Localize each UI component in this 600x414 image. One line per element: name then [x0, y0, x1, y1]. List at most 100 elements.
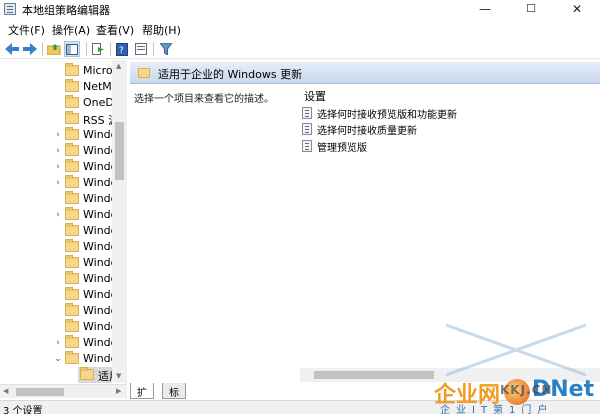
tree-item[interactable]: › Windo [0, 175, 112, 191]
setting-item[interactable]: 管理预览版 [302, 138, 382, 154]
tree-item[interactable]: NetMe [0, 79, 112, 95]
tree-vertical-scrollbar[interactable]: ▲ ▼ [112, 60, 127, 383]
maximize-button[interactable]: ☐ [508, 0, 554, 18]
chevron-right-icon[interactable]: › [53, 130, 63, 140]
folder-icon [65, 255, 79, 268]
policy-setting-icon [302, 107, 312, 119]
scroll-thumb[interactable] [115, 122, 124, 180]
folder-icon [65, 319, 79, 332]
tree-item-label: Windo [83, 320, 112, 333]
folder-up-icon[interactable] [46, 41, 62, 57]
policy-setting-icon [302, 140, 312, 152]
chevron-right-icon[interactable]: › [53, 338, 63, 348]
folder-icon [65, 351, 79, 364]
scroll-left-icon[interactable]: ◀ [3, 386, 8, 396]
export-list-icon[interactable] [90, 41, 106, 57]
tree-item[interactable]: Windo [0, 271, 112, 287]
tree-item-label: Windo [83, 288, 112, 301]
title-bar: 本地组策略编辑器 — ☐ ✕ [0, 0, 600, 18]
forward-icon[interactable] [22, 41, 38, 57]
description-prompt: 选择一个项目来查看它的描述。 [134, 94, 274, 105]
setting-label: 选择何时接收质量更新 [317, 126, 417, 137]
folder-icon [65, 175, 79, 188]
tree-item-label: Windo [83, 128, 112, 141]
tree-item[interactable]: › Windo [0, 159, 112, 175]
tree-item-label: Windo [83, 272, 112, 285]
tree-item[interactable]: Windo [0, 319, 112, 335]
toolbar-separator [42, 42, 43, 56]
tree-item-label: Windo [83, 240, 112, 253]
tree-item-label: Windo [83, 352, 112, 365]
chevron-down-icon[interactable]: ⌄ [53, 354, 63, 364]
watermark-url: KKJ.CN [500, 383, 553, 397]
chevron-right-icon[interactable]: › [53, 210, 63, 220]
folder-icon [65, 159, 79, 172]
folder-icon [65, 207, 79, 220]
menu-action[interactable]: 操作(A) [52, 22, 90, 38]
tree-item[interactable]: › Windo [0, 335, 112, 351]
show-hide-tree-icon[interactable] [64, 41, 80, 57]
menu-bar: 文件(F) 操作(A) 查看(V) 帮助(H) [0, 20, 600, 38]
status-text: 3 个设置 [3, 406, 43, 414]
tree-item-label: RSS 源 [83, 114, 112, 127]
tab-standard[interactable]: 标准 [162, 383, 186, 414]
help-icon[interactable]: ? [114, 41, 130, 57]
chevron-right-icon[interactable]: › [53, 178, 63, 188]
scroll-right-icon[interactable]: ▶ [116, 386, 121, 396]
menu-file[interactable]: 文件(F) [8, 22, 45, 38]
tree-item[interactable]: Windo [0, 239, 112, 255]
tree-item[interactable]: Micro [0, 63, 112, 79]
tree-pane: Micro NetMe OneDr RSS 源 › Windo › Windo › Windo › W… [0, 60, 127, 399]
tab-extended[interactable]: 扩展 [130, 383, 154, 414]
settings-column-header[interactable]: 设置 [304, 88, 326, 104]
chevron-right-icon[interactable]: › [53, 162, 63, 172]
tree-item[interactable]: › Windo [0, 207, 112, 223]
scroll-thumb[interactable] [314, 371, 434, 379]
scroll-down-icon[interactable]: ▼ [116, 371, 121, 381]
folder-icon [138, 68, 150, 78]
filter-icon[interactable] [158, 41, 174, 57]
details-header: 适用于企业的 Windows 更新 [130, 62, 600, 84]
tree-item[interactable]: Windo [0, 303, 112, 319]
folder-icon [65, 95, 79, 108]
app-icon [4, 3, 16, 15]
folder-icon [65, 143, 79, 156]
tree-item[interactable]: › Windo [0, 127, 112, 143]
folder-icon [65, 127, 79, 140]
menu-view[interactable]: 查看(V) [96, 22, 134, 38]
policy-setting-icon [302, 123, 312, 135]
tree-item[interactable]: ⌄ Windo [0, 351, 112, 367]
folder-icon [80, 367, 94, 380]
tree-item[interactable]: Windo [0, 191, 112, 207]
tree-item-label: Windo [83, 144, 112, 157]
scroll-up-icon[interactable]: ▲ [116, 61, 121, 71]
folder-icon [65, 223, 79, 236]
tree-item[interactable]: OneDr [0, 95, 112, 111]
tree-horizontal-scrollbar[interactable]: ◀ ▶ [0, 384, 127, 398]
tree-item[interactable]: Windo [0, 223, 112, 239]
properties-icon[interactable] [133, 41, 149, 57]
close-button[interactable]: ✕ [554, 0, 600, 18]
tree-item-label: 适用 [98, 370, 112, 383]
setting-item[interactable]: 选择何时接收预览版和功能更新 [302, 105, 462, 121]
back-icon[interactable] [4, 41, 20, 57]
tree-item-label: Windo [83, 304, 112, 317]
tree-item[interactable]: 适用 [0, 367, 112, 383]
minimize-button[interactable]: — [462, 0, 508, 18]
chevron-right-icon[interactable]: › [53, 146, 63, 156]
setting-label: 管理预览版 [317, 143, 367, 154]
tree-item[interactable]: Windo [0, 287, 112, 303]
folder-icon [65, 63, 79, 76]
tree-item[interactable]: Windo [0, 255, 112, 271]
folder-icon [65, 111, 79, 124]
status-bar: 3 个设置 [0, 400, 600, 414]
folder-icon [65, 335, 79, 348]
menu-help[interactable]: 帮助(H) [142, 22, 181, 38]
tree-item-label: Micro [83, 64, 112, 77]
tree-item[interactable]: › Windo [0, 143, 112, 159]
tree-item-label: Windo [83, 160, 112, 173]
tree-item[interactable]: RSS 源 [0, 111, 112, 127]
setting-item[interactable]: 选择何时接收质量更新 [302, 121, 422, 137]
details-horizontal-scrollbar[interactable] [300, 368, 600, 382]
scroll-thumb[interactable] [16, 388, 64, 396]
